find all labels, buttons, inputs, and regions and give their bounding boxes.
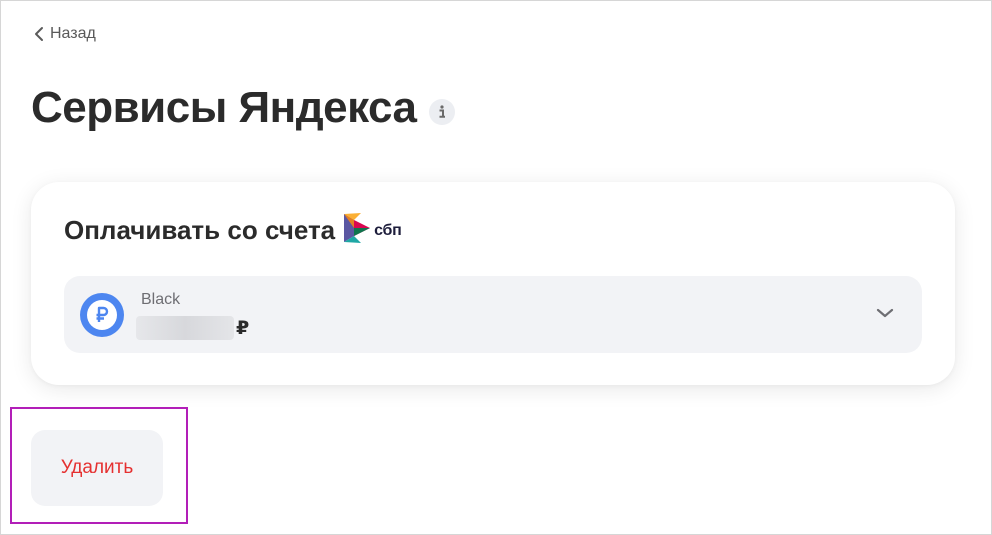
info-icon[interactable] — [428, 99, 455, 125]
ruble-coin-icon — [80, 293, 124, 337]
page-title: Сервисы Яндекса — [31, 83, 417, 132]
delete-button[interactable]: Удалить — [31, 430, 163, 506]
sbp-logo: сбп — [343, 212, 402, 249]
title-row: Сервисы Яндекса — [31, 83, 455, 133]
payment-card: Оплачивать со счета сбп Black ₽ — [31, 182, 955, 385]
balance-mask — [136, 316, 234, 340]
account-balance: ₽ — [136, 316, 249, 340]
back-link[interactable]: Назад — [34, 25, 96, 43]
account-name: Black — [141, 291, 181, 308]
card-title: Оплачивать со счета — [64, 215, 336, 245]
account-selector[interactable]: Black ₽ — [64, 276, 922, 353]
back-label: Назад — [50, 25, 96, 42]
page-frame: Назад Сервисы Яндекса Оплачивать со счет… — [0, 0, 992, 535]
sbp-logo-icon — [343, 212, 371, 249]
currency-sign: ₽ — [236, 317, 250, 339]
sbp-label: сбп — [374, 221, 402, 239]
card-header: Оплачивать со счета сбп — [64, 212, 402, 249]
chevron-down-icon — [876, 306, 894, 324]
chevron-left-icon — [34, 26, 44, 42]
